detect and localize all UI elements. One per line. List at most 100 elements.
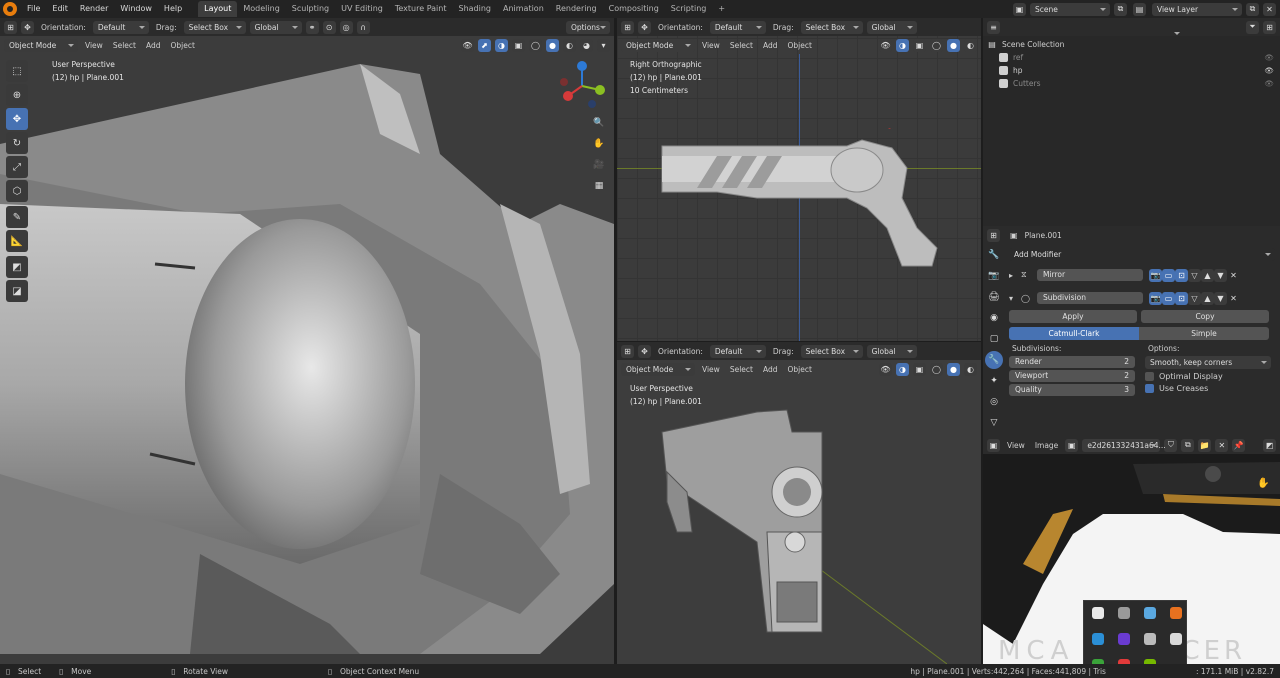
ortho-material-icon[interactable]: ◐: [964, 38, 977, 52]
subdiv-down-icon[interactable]: ▼: [1214, 291, 1227, 305]
image-menu[interactable]: Image: [1032, 441, 1062, 450]
options-dropdown[interactable]: Options: [566, 20, 610, 34]
image-browse-icon[interactable]: ▣: [1065, 438, 1079, 452]
transform-gizmo-icon[interactable]: ✥: [21, 20, 34, 34]
proportional-edit-icon[interactable]: ◎: [339, 20, 353, 34]
subdiv-remove-icon[interactable]: ✕: [1227, 292, 1240, 305]
new-view-layer-icon[interactable]: ⧉: [1246, 2, 1259, 16]
optimal-display-checkbox[interactable]: [1145, 372, 1154, 381]
pan-hand-icon[interactable]: ✋: [590, 135, 608, 153]
bottom-visibility-icon[interactable]: 👁: [879, 362, 892, 376]
mirror-cage-icon[interactable]: ▽: [1188, 268, 1201, 282]
zoom-icon[interactable]: 🔍: [590, 114, 608, 132]
menu-edit[interactable]: Edit: [46, 0, 74, 18]
cutters-visibility-icon[interactable]: 👁: [1264, 79, 1274, 88]
mirror-up-icon[interactable]: ▲: [1201, 268, 1214, 282]
catmull-clark-button[interactable]: Catmull-Clark: [1009, 327, 1139, 340]
subdiv-render-icon[interactable]: 📷: [1149, 291, 1162, 305]
camera-icon[interactable]: 🎥: [590, 156, 608, 174]
editor-type-icon[interactable]: ⊞: [4, 20, 17, 34]
quality-field[interactable]: Quality 3: [1009, 384, 1135, 396]
image-view-menu[interactable]: View: [1004, 441, 1028, 450]
blender-logo-icon[interactable]: [3, 2, 17, 16]
scene-collection-row[interactable]: ▤ Scene Collection: [983, 38, 1280, 51]
extra-tool-icon[interactable]: ◪: [6, 280, 28, 302]
wireframe-shading-icon[interactable]: ◯: [529, 38, 542, 52]
image-name-field[interactable]: e2d261332431a64...: [1082, 438, 1166, 452]
overlay-toggle-icon[interactable]: ◑: [495, 38, 508, 52]
select-menu[interactable]: Select: [110, 41, 139, 50]
filter-icon[interactable]: ⏷: [1246, 20, 1259, 34]
unlink-image-icon[interactable]: ✕: [1215, 438, 1229, 452]
rendered-shading-icon[interactable]: ◕: [580, 38, 593, 52]
solid-shading-icon[interactable]: ●: [546, 38, 559, 52]
scene-icon[interactable]: ▣: [1013, 2, 1026, 16]
tray-telegram-icon[interactable]: [1092, 633, 1104, 645]
mirror-editmode-icon[interactable]: ⊡: [1175, 268, 1188, 282]
use-creases-checkbox[interactable]: [1145, 384, 1154, 393]
output-tab-icon[interactable]: 🖨: [985, 288, 1003, 306]
subdiv-cage-icon[interactable]: ▽: [1188, 291, 1201, 305]
ortho-editor-type-icon[interactable]: ⊞: [621, 20, 634, 34]
navigation-gizmo[interactable]: [556, 60, 608, 112]
object-tab-icon[interactable]: ▢: [985, 330, 1003, 348]
bottom-view-menu[interactable]: View: [699, 365, 723, 374]
mirror-render-icon[interactable]: 📷: [1149, 268, 1162, 282]
scene-selector[interactable]: Scene: [1030, 2, 1110, 16]
falloff-icon[interactable]: ∩: [356, 20, 370, 34]
ortho-add-menu[interactable]: Add: [760, 41, 781, 50]
tab-modeling[interactable]: Modeling: [237, 1, 285, 17]
render-levels-field[interactable]: Render 2: [1009, 356, 1135, 368]
measure-tool-icon[interactable]: 📐: [6, 230, 28, 252]
transform-orientation-dropdown[interactable]: Global: [249, 20, 302, 34]
mirror-viewport-icon[interactable]: ▭: [1162, 268, 1175, 282]
ortho-wire-icon[interactable]: ◯: [930, 38, 943, 52]
tool-tab-icon[interactable]: 🔧: [985, 246, 1003, 264]
visibility-icon[interactable]: 👁: [461, 38, 474, 52]
viewport-levels-field[interactable]: Viewport 2: [1009, 370, 1135, 382]
mirror-expand-icon[interactable]: ▸: [1009, 271, 1021, 280]
fake-user-icon[interactable]: ⛉: [1164, 438, 1178, 452]
simple-button[interactable]: Simple: [1139, 327, 1269, 340]
ortho-object-menu[interactable]: Object: [784, 41, 814, 50]
annotate-tool-icon[interactable]: ✎: [6, 206, 28, 228]
outliner-item-hp[interactable]: hp 👁: [983, 64, 1280, 77]
ortho-visibility-icon[interactable]: 👁: [879, 38, 892, 52]
ref-checkbox[interactable]: [999, 53, 1008, 62]
bottom-solid-icon[interactable]: ●: [947, 362, 960, 376]
subdiv-editmode-icon[interactable]: ⊡: [1175, 291, 1188, 305]
bottom-viewport[interactable]: ⊞ ✥ Orientation: Default Drag: Select Bo…: [617, 342, 981, 664]
view-layer-selector[interactable]: View Layer: [1152, 2, 1242, 16]
ortho-xray-icon[interactable]: ▣: [913, 38, 926, 52]
display-channels-icon[interactable]: ◩: [1263, 438, 1276, 452]
data-tab-icon[interactable]: ▽: [985, 414, 1003, 432]
view-menu[interactable]: View: [82, 41, 106, 50]
bottom-gizmo-icon[interactable]: ✥: [638, 344, 651, 358]
cutters-checkbox[interactable]: [999, 79, 1008, 88]
new-collection-icon[interactable]: ⊞: [1263, 20, 1276, 34]
mirror-down-icon[interactable]: ▼: [1214, 268, 1227, 282]
menu-help[interactable]: Help: [158, 0, 188, 18]
subdivision-name-field[interactable]: Subdivision: [1037, 292, 1143, 304]
main-viewport[interactable]: ⊞ ✥ Orientation: Default Drag: Select Bo…: [0, 18, 614, 664]
new-image-icon[interactable]: ⧉: [1181, 438, 1195, 452]
bottom-wire-icon[interactable]: ◯: [930, 362, 943, 376]
menu-window[interactable]: Window: [114, 0, 158, 18]
tab-shading[interactable]: Shading: [452, 1, 497, 17]
tray-shield-icon[interactable]: [1092, 607, 1104, 619]
tab-scripting[interactable]: Scripting: [665, 1, 713, 17]
outliner-editor-type-icon[interactable]: ≡: [987, 20, 1000, 34]
scale-tool-icon[interactable]: ⤢: [6, 156, 28, 178]
transform-tool-icon[interactable]: ⬡: [6, 180, 28, 202]
tab-uv-editing[interactable]: UV Editing: [335, 1, 389, 17]
select-box-tool-icon[interactable]: ⬚: [6, 60, 28, 82]
hp-visibility-icon[interactable]: 👁: [1264, 66, 1274, 75]
bottom-mode-dropdown[interactable]: Object Mode: [621, 362, 695, 376]
image-editor-type-icon[interactable]: ▣: [987, 438, 1000, 452]
tray-pen-icon[interactable]: [1170, 633, 1182, 645]
tab-texture-paint[interactable]: Texture Paint: [389, 1, 453, 17]
subdivision-expand-icon[interactable]: ▾: [1009, 294, 1021, 303]
bottom-object-menu[interactable]: Object: [784, 365, 814, 374]
bottom-overlay-icon[interactable]: ◑: [896, 362, 909, 376]
menu-file[interactable]: File: [21, 0, 46, 18]
